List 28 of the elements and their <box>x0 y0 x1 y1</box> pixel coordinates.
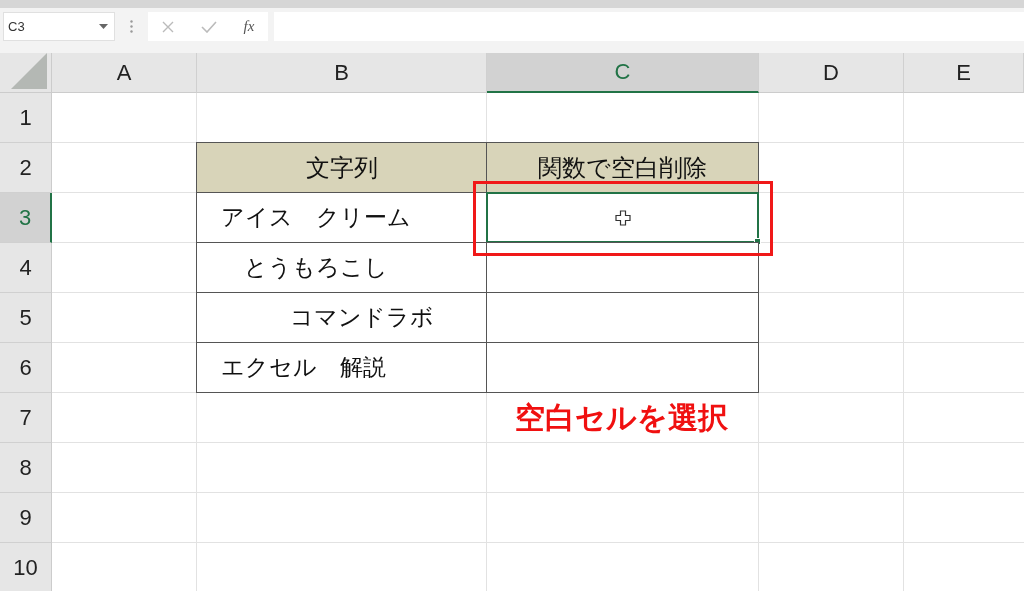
row-header[interactable]: 4 <box>0 243 52 293</box>
row-header[interactable]: 9 <box>0 493 52 543</box>
insert-function-button[interactable]: fx <box>243 18 255 35</box>
row-header[interactable]: 10 <box>0 543 52 591</box>
row-header[interactable]: 5 <box>0 293 52 343</box>
column-header[interactable]: D <box>759 53 904 93</box>
row-header[interactable]: 6 <box>0 343 52 393</box>
dropdown-icon[interactable] <box>99 24 108 29</box>
grip-icon <box>130 20 133 33</box>
table-cell[interactable] <box>486 242 759 293</box>
column-header[interactable]: E <box>904 53 1024 93</box>
annotation-text: 空白セルを選択 <box>515 398 728 437</box>
column-header[interactable]: C <box>487 53 759 93</box>
table-cell[interactable] <box>486 342 759 393</box>
cursor-icon <box>614 209 631 226</box>
table-cell[interactable] <box>486 192 759 243</box>
row-header[interactable]: 7 <box>0 393 52 443</box>
row-header[interactable]: 3 <box>0 193 52 243</box>
column-header[interactable]: B <box>197 53 487 93</box>
table-header-cell: 文字列 <box>196 142 487 193</box>
row-header[interactable]: 1 <box>0 93 52 143</box>
table-header-cell: 関数で空白削除 <box>486 142 759 193</box>
check-icon[interactable] <box>200 20 217 33</box>
table-cell: エクセル 解説 <box>196 342 487 393</box>
name-box[interactable]: C3 <box>3 12 115 41</box>
column-header[interactable]: A <box>52 53 197 93</box>
row-header[interactable]: 2 <box>0 143 52 193</box>
row-header[interactable]: 8 <box>0 443 52 493</box>
